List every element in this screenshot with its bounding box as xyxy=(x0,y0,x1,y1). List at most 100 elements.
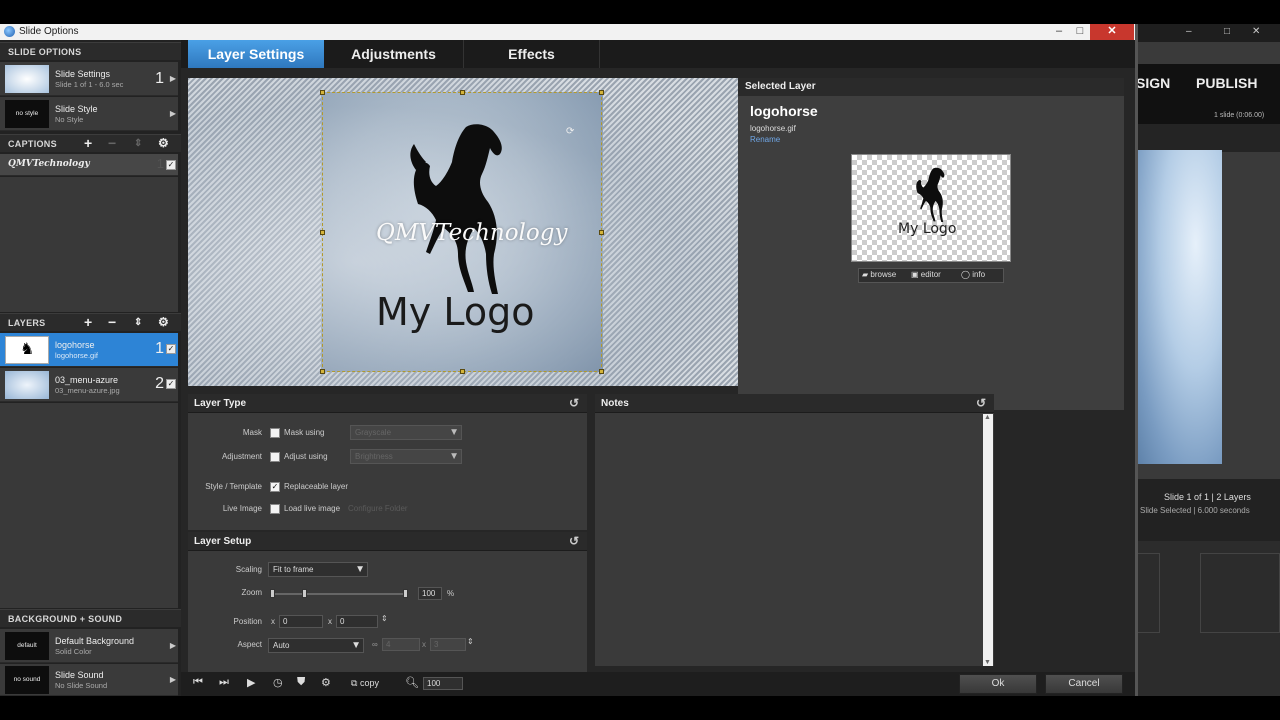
slide-style-row[interactable]: no style Slide Style No Style ▶ xyxy=(0,97,178,131)
resize-handle[interactable] xyxy=(460,369,465,374)
mask-select[interactable]: Grayscale ▼ xyxy=(350,425,462,440)
window-title: Slide Options xyxy=(19,26,79,37)
chevron-right-icon[interactable]: ▶ xyxy=(170,74,176,83)
live-image-checkbox[interactable] xyxy=(270,504,280,514)
play-icon[interactable]: ▶ xyxy=(247,676,255,689)
aspect-spinner-icon[interactable]: ⇕ xyxy=(467,637,474,646)
zoom-input[interactable]: 100 xyxy=(418,587,442,600)
remove-layer-icon[interactable]: − xyxy=(108,314,116,331)
horse-thumbnail-image xyxy=(916,167,945,223)
add-caption-icon[interactable]: + xyxy=(84,135,92,152)
resize-handle[interactable] xyxy=(599,230,604,235)
rename-link[interactable]: Rename xyxy=(750,135,780,144)
scaling-select[interactable]: Fit to frame ▼ xyxy=(268,562,368,577)
mask-select-value: Grayscale xyxy=(355,428,392,437)
selection-box[interactable] xyxy=(320,90,604,374)
position-spinner-icon[interactable]: ⇕ xyxy=(381,614,388,623)
clock-icon[interactable]: ◷ xyxy=(273,676,283,689)
tab-adjustments[interactable]: Adjustments xyxy=(324,40,464,68)
chevron-right-icon[interactable]: ▶ xyxy=(170,675,176,684)
notes-scrollbar[interactable]: ▲ ▼ xyxy=(983,414,993,666)
bg-maximize-button[interactable]: □ xyxy=(1224,26,1230,37)
tab-effects[interactable]: Effects xyxy=(464,40,600,68)
slide-options-dialog: Slide Options – □ ✕ SLIDE OPTIONS Slide … xyxy=(0,24,1138,696)
replaceable-layer-checkbox[interactable]: ✓ xyxy=(270,482,280,492)
resize-handle[interactable] xyxy=(320,90,325,95)
info-button[interactable]: ◯ info xyxy=(961,270,985,279)
sound-name: Slide Sound xyxy=(55,670,104,680)
screen: – □ ✕ SIGN PUBLISH 1 slide (0:06.00) Sli… xyxy=(0,0,1280,720)
notes-textarea[interactable] xyxy=(595,414,985,666)
aspect-height-input[interactable]: 3 xyxy=(430,638,466,651)
reset-icon[interactable]: ↺ xyxy=(569,532,579,551)
info-icon: ◯ xyxy=(961,270,970,279)
rotate-handle-icon[interactable]: ⟳ xyxy=(566,126,574,137)
tab-layer-settings[interactable]: Layer Settings xyxy=(188,40,324,68)
nav-publish[interactable]: PUBLISH xyxy=(1196,75,1257,91)
cancel-button[interactable]: Cancel xyxy=(1045,674,1123,694)
layer-settings-gear-icon[interactable]: ⚙ xyxy=(158,314,169,331)
aspect-width-input[interactable]: 4 xyxy=(382,638,420,651)
aspect-lock-icon[interactable]: ∞ xyxy=(372,640,378,649)
skip-back-icon[interactable]: ⏮ xyxy=(193,676,203,689)
skip-forward-icon[interactable]: ⏭ xyxy=(219,676,229,689)
pos-x-prefix: x xyxy=(271,617,275,626)
minimize-button[interactable]: – xyxy=(1048,24,1070,40)
editor-button[interactable]: ▣ editor xyxy=(911,270,941,279)
configure-folder-button[interactable]: Configure Folder xyxy=(348,504,408,513)
editor-icon: ▣ xyxy=(911,270,919,279)
maximize-button[interactable]: □ xyxy=(1069,24,1091,40)
slide-settings-row[interactable]: Slide Settings Slide 1 of 1 - 6.0 sec 1 … xyxy=(0,62,178,96)
resize-handle[interactable] xyxy=(320,230,325,235)
layer-visible-checkbox[interactable]: ✓ xyxy=(166,344,176,354)
reset-icon[interactable]: ↺ xyxy=(976,394,986,413)
layer-file: logohorse.gif xyxy=(55,351,98,360)
reorder-caption-icon[interactable]: ⇕ xyxy=(134,135,143,152)
aspect-select[interactable]: Auto ▼ xyxy=(268,638,364,653)
layer-preview[interactable]: QMVTechnology My Logo ⟳ xyxy=(188,78,738,386)
preview-zoom-input[interactable]: 100 xyxy=(423,677,463,690)
caption-row[interactable]: QMVTechnology 1 ✓ xyxy=(0,154,178,176)
bg-minimize-button[interactable]: – xyxy=(1186,26,1192,37)
zoom-slider-thumb[interactable] xyxy=(302,589,307,598)
gear-icon[interactable]: ⚙ xyxy=(321,676,331,689)
ok-button[interactable]: Ok xyxy=(959,674,1037,694)
sound-row[interactable]: no sound Slide Sound No Slide Sound ▶ xyxy=(0,664,178,696)
mask-label: Mask xyxy=(242,428,262,437)
resize-handle[interactable] xyxy=(599,369,604,374)
reset-icon[interactable]: ↺ xyxy=(569,394,579,413)
reorder-layer-icon[interactable]: ⇕ xyxy=(134,314,143,331)
close-button[interactable]: ✕ xyxy=(1090,24,1134,40)
adjustment-check-label: Adjust using xyxy=(284,452,328,461)
resize-handle[interactable] xyxy=(460,90,465,95)
bg-close-button[interactable]: ✕ xyxy=(1252,26,1260,37)
caption-visible-checkbox[interactable]: ✓ xyxy=(166,160,176,170)
nav-design[interactable]: SIGN xyxy=(1136,75,1170,91)
layer-visible-checkbox[interactable]: ✓ xyxy=(166,379,176,389)
layer-row[interactable]: ♞ logohorse logohorse.gif 1 ✓ xyxy=(0,333,178,367)
shield-icon[interactable]: ⛊ xyxy=(297,676,305,689)
resize-handle[interactable] xyxy=(599,90,604,95)
mask-check-label: Mask using xyxy=(284,428,325,437)
caption-settings-gear-icon[interactable]: ⚙ xyxy=(158,135,169,152)
position-x-input[interactable]: 0 xyxy=(279,615,323,628)
resize-handle[interactable] xyxy=(320,369,325,374)
aspect-label: Aspect xyxy=(237,640,262,649)
zoom-slider-track[interactable] xyxy=(272,593,408,595)
remove-caption-icon[interactable]: − xyxy=(108,135,116,152)
adjustment-checkbox[interactable] xyxy=(270,452,280,462)
browse-button[interactable]: ▰ browse xyxy=(862,270,896,279)
style-template-label: Style / Template xyxy=(205,482,262,491)
live-image-check-label: Load live image xyxy=(284,504,341,513)
chevron-right-icon[interactable]: ▶ xyxy=(170,109,176,118)
background-row[interactable]: default Default Background Solid Color ▶ xyxy=(0,629,178,663)
bg-slide-thumbnail[interactable] xyxy=(1134,150,1222,464)
add-layer-icon[interactable]: + xyxy=(84,314,92,331)
mask-checkbox[interactable] xyxy=(270,428,280,438)
layer-row[interactable]: 03_menu-azure 03_menu-azure.jpg 2 ✓ xyxy=(0,368,178,402)
bg-slide-time: 1 slide (0:06.00) xyxy=(1214,112,1265,119)
copy-button[interactable]: ⧉ copy xyxy=(351,678,379,689)
position-y-input[interactable]: 0 xyxy=(336,615,378,628)
adjustment-select[interactable]: Brightness ▼ xyxy=(350,449,462,464)
chevron-right-icon[interactable]: ▶ xyxy=(170,641,176,650)
